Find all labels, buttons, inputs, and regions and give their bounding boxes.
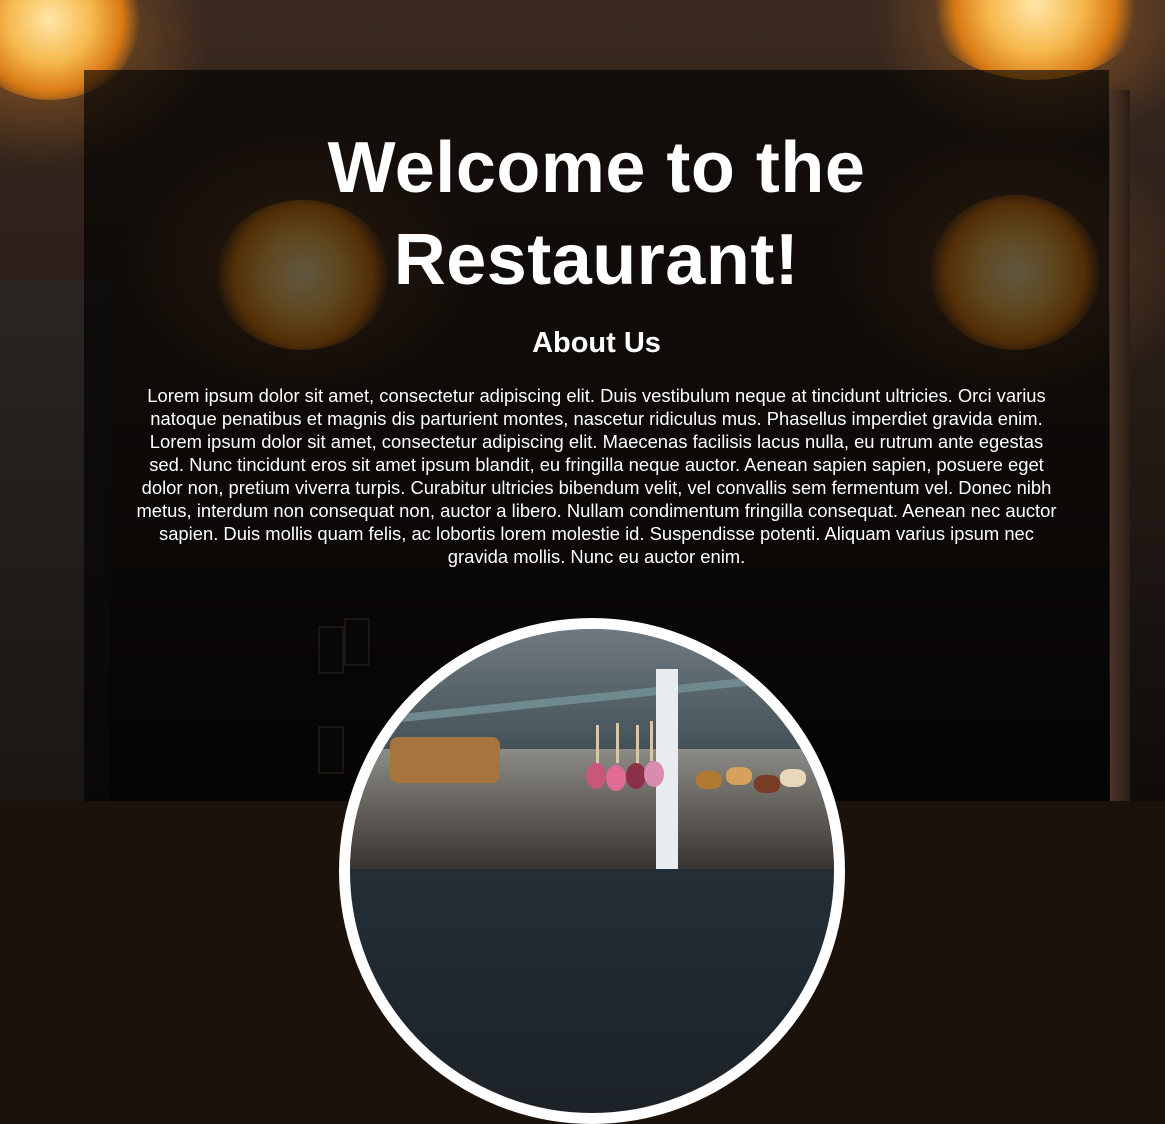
pastry [726,767,752,785]
page-title-line-2: Restaurant! [393,220,800,300]
cake-pop [626,763,646,789]
restaurant-photo [339,618,845,1124]
page-title: Welcome to the Restaurant! [84,122,1109,306]
cake-pop [606,765,626,791]
pastry [696,771,722,789]
background-pillar [1110,90,1130,801]
main-content: Welcome to the Restaurant! About Us Lore… [84,70,1109,568]
pastry [754,775,780,793]
cake-pop [586,763,606,789]
about-us-heading: About Us [532,327,661,359]
photo-bread-basket [390,737,500,783]
about-us-paragraph: Lorem ipsum dolor sit amet, consectetur … [136,385,1057,567]
cake-pop [644,761,664,787]
page-title-line-1: Welcome to the [327,128,866,208]
pastry [780,769,806,787]
